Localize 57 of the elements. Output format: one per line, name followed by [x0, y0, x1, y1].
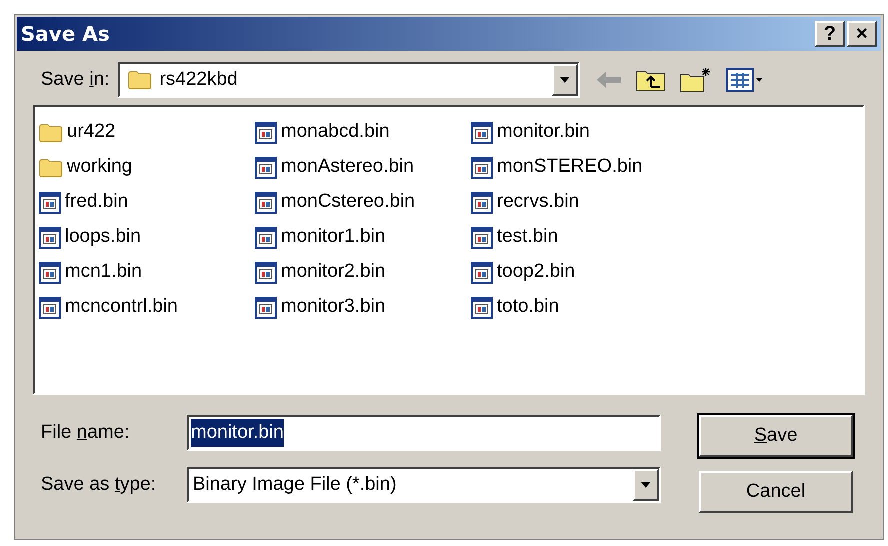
folder-icon — [39, 158, 63, 178]
file-name[interactable]: monSTEREO.bin — [497, 153, 643, 182]
file-name-field[interactable]: monitor.bin — [187, 415, 661, 451]
file-icon — [471, 156, 493, 178]
file-name[interactable]: monitor3.bin — [281, 293, 386, 322]
file-icon — [471, 122, 493, 144]
save-in-dropdown[interactable]: rs422kbd — [118, 62, 580, 98]
file-icon — [471, 296, 493, 318]
file-icon — [255, 262, 277, 284]
file-name[interactable]: toop2.bin — [497, 258, 576, 287]
save-in-label: Save in: — [41, 68, 110, 92]
file-icon — [255, 192, 277, 214]
file-name[interactable]: ur422 — [67, 118, 116, 147]
file-icon — [39, 262, 61, 284]
file-icon — [255, 226, 277, 248]
file-name[interactable]: working — [67, 153, 132, 182]
folder-icon — [39, 122, 63, 142]
view-menu-icon[interactable] — [726, 68, 764, 92]
folder-icon — [128, 70, 152, 90]
save-as-type-dropdown[interactable]: Binary Image File (*.bin) — [187, 467, 661, 503]
help-button[interactable]: ? — [815, 21, 845, 47]
file-name[interactable]: monitor1.bin — [281, 223, 386, 252]
file-name[interactable]: test.bin — [497, 223, 558, 252]
save-in-value: rs422kbd — [160, 68, 238, 92]
file-icon — [255, 156, 277, 178]
save-as-type-value: Binary Image File (*.bin) — [193, 472, 397, 497]
save-as-type-label: Save as type: — [41, 474, 156, 495]
file-name[interactable]: monCstereo.bin — [281, 188, 416, 217]
file-name-label: File name: — [41, 422, 130, 443]
file-name[interactable]: mcncontrl.bin — [65, 293, 178, 322]
file-icon — [39, 192, 61, 214]
file-name[interactable]: monAstereo.bin — [281, 153, 414, 182]
save-button[interactable]: Save — [699, 415, 853, 457]
file-icon — [471, 262, 493, 284]
file-name[interactable]: monabcd.bin — [281, 118, 390, 147]
cancel-button[interactable]: Cancel — [699, 471, 853, 513]
file-icon — [471, 192, 493, 214]
file-name[interactable]: loops.bin — [65, 223, 142, 252]
file-icon — [39, 296, 61, 318]
file-icon — [255, 122, 277, 144]
new-folder-icon[interactable] — [680, 67, 712, 93]
caret-icon — [641, 482, 651, 488]
file-name[interactable]: monitor2.bin — [281, 258, 386, 287]
dropdown-button[interactable] — [552, 64, 578, 96]
close-button[interactable]: × — [847, 21, 877, 47]
file-name[interactable]: toto.bin — [497, 293, 560, 322]
dropdown-button[interactable] — [633, 469, 659, 501]
window-title: Save As — [21, 21, 110, 48]
file-name[interactable]: monitor.bin — [497, 118, 590, 147]
file-name[interactable]: fred.bin — [65, 188, 128, 217]
file-name[interactable]: recrvs.bin — [497, 188, 580, 217]
file-icon — [39, 226, 61, 248]
file-name[interactable]: mcn1.bin — [65, 258, 142, 287]
caret-icon — [560, 77, 570, 83]
file-icon — [255, 296, 277, 318]
file-name-value: monitor.bin — [191, 418, 284, 448]
file-icon — [471, 226, 493, 248]
